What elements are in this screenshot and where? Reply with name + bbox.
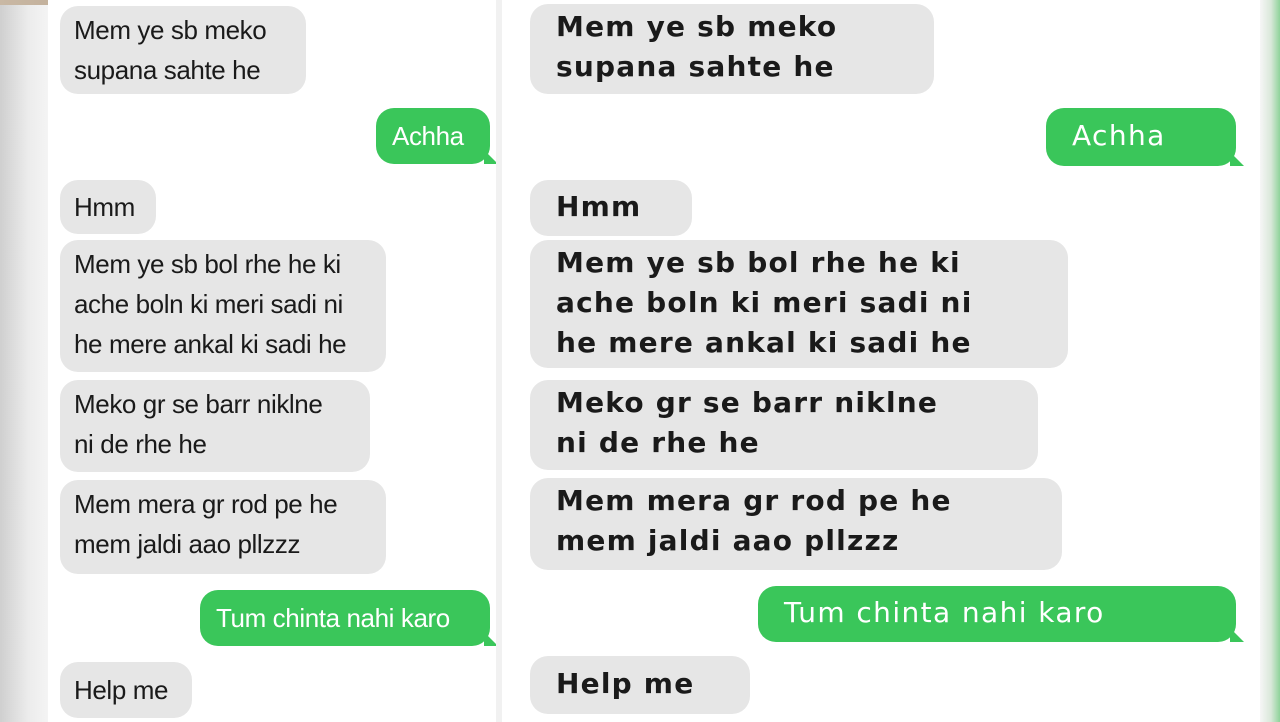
- message-incoming: Help me: [60, 662, 192, 718]
- message-outgoing: Achha: [1046, 108, 1244, 166]
- right-edge-blur: [1260, 0, 1280, 722]
- message-outgoing: Tum chinta nahi karo: [758, 586, 1244, 642]
- message-outgoing: Achha: [376, 108, 496, 164]
- left-edge-blur: [0, 0, 48, 722]
- message-incoming: Help me: [530, 656, 750, 714]
- chat-screenshot-left: Mem ye sb meko supana sahte he Achha Hmm…: [48, 0, 496, 722]
- message-incoming: Meko gr se barr niklne ni de rhe he: [530, 380, 1038, 470]
- message-incoming: Mem ye sb meko supana sahte he: [530, 4, 934, 94]
- message-incoming: Hmm: [60, 180, 156, 234]
- message-incoming: Mem ye sb meko supana sahte he: [60, 6, 306, 94]
- message-outgoing: Tum chinta nahi karo: [200, 590, 496, 646]
- message-incoming: Meko gr se barr niklne ni de rhe he: [60, 380, 370, 472]
- chat-screenshot-right: Mem ye sb meko supana sahte he Achha Hmm…: [502, 0, 1260, 722]
- message-incoming: Mem mera gr rod pe he mem jaldi aao pllz…: [530, 478, 1062, 570]
- message-incoming: Mem ye sb bol rhe he ki ache boln ki mer…: [530, 240, 1068, 368]
- message-incoming: Mem mera gr rod pe he mem jaldi aao pllz…: [60, 480, 386, 574]
- message-incoming: Mem ye sb bol rhe he ki ache boln ki mer…: [60, 240, 386, 372]
- message-incoming: Hmm: [530, 180, 692, 236]
